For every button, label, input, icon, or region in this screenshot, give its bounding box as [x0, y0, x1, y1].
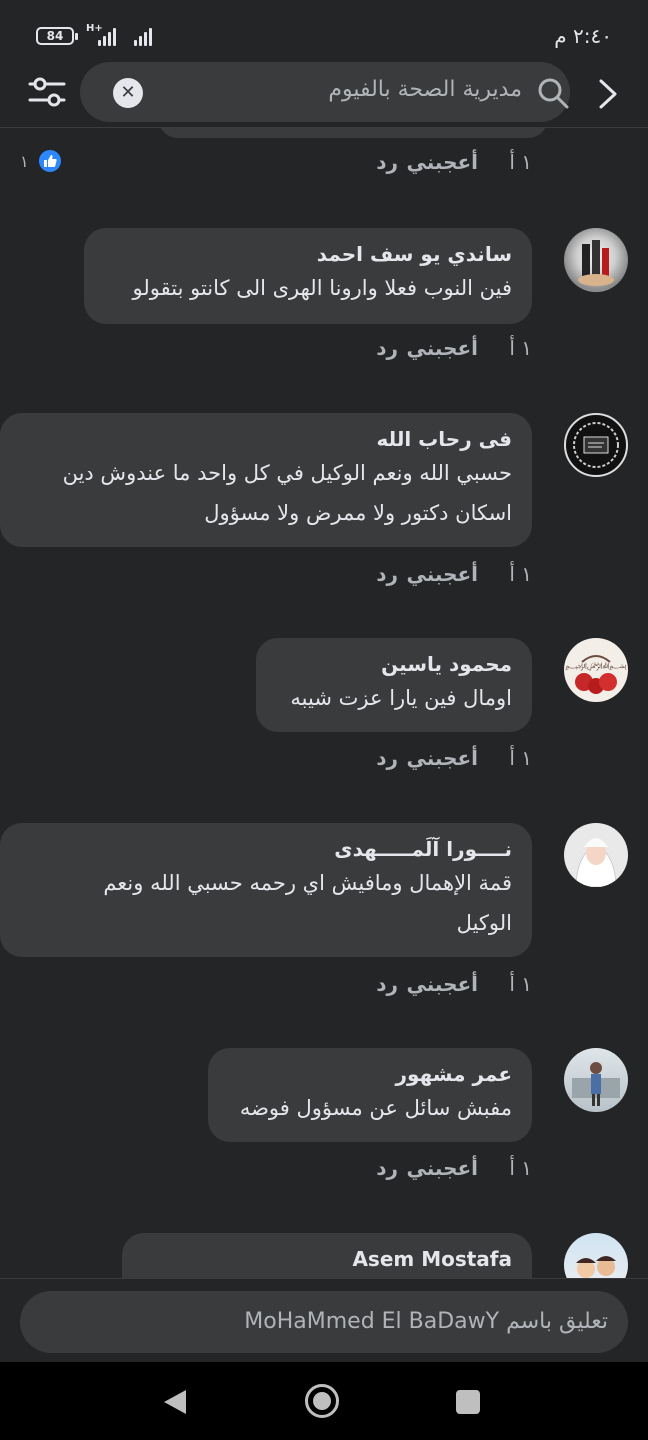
comment-text: مفبش سائل عن مسؤول فوضه: [239, 1096, 512, 1120]
avatar[interactable]: [564, 1048, 628, 1112]
close-icon[interactable]: ✕: [113, 78, 143, 108]
comments-list: ١ ١ أ أعجبني رد ساندي يو سف احمد فين الن…: [0, 128, 648, 1278]
reply-button[interactable]: رد: [376, 1156, 398, 1180]
like-button[interactable]: أعجبني: [407, 746, 479, 770]
search-icon: [538, 78, 569, 109]
comment-bubble[interactable]: ساندي يو سف احمد فين النوب فعلا وارونا ا…: [84, 228, 532, 324]
comment: نــــورا آلَمـــــهدى قمة الإهمال ومافيش…: [0, 823, 628, 963]
comment: ﷽ محمود ياسين اومال فين يارا عزت شيبه: [20, 638, 628, 738]
like-button[interactable]: أعجبني: [407, 562, 479, 586]
comment-time: ١ أ: [509, 1156, 532, 1180]
comment-author[interactable]: محمود ياسين: [276, 650, 512, 678]
comment-text: فين النوب فعلا وارونا الهرى الى كانتو بت…: [132, 276, 512, 300]
filter-icon[interactable]: [28, 74, 66, 110]
navigation-bar: [0, 1362, 648, 1440]
comment-composer: تعليق باسم MoHaMmed El BaDawY: [0, 1278, 648, 1362]
like-button[interactable]: أعجبني: [407, 1156, 479, 1180]
comment-author[interactable]: ساندي يو سف احمد: [104, 240, 512, 268]
comment-actions: ١ أ أعجبني رد: [376, 1156, 532, 1180]
comment-actions: ١ أ أعجبني رد: [376, 972, 532, 996]
comment-bubble[interactable]: عمر مشهور مفبش سائل عن مسؤول فوضه: [208, 1048, 532, 1142]
comment-bubble[interactable]: نــــورا آلَمـــــهدى قمة الإهمال ومافيش…: [0, 823, 532, 957]
avatar[interactable]: [564, 413, 628, 477]
comment-author[interactable]: Asem Mostafa: [142, 1245, 512, 1273]
search-query: مديرية الصحة بالفيوم: [328, 77, 522, 102]
comment-text-line: قمة الإهمال ومافيش اي رحمه حسبي الله ونع…: [103, 871, 512, 895]
signal-icon: [98, 26, 116, 46]
top-bar: ✕ مديرية الصحة بالفيوم: [0, 62, 648, 128]
avatar[interactable]: [564, 1233, 628, 1278]
reply-button[interactable]: رد: [376, 746, 398, 770]
comment: فى رحاب الله حسبي الله ونعم الوكيل في كل…: [0, 413, 628, 553]
like-button[interactable]: أعجبني: [407, 150, 479, 174]
comment-time: ١ أ: [509, 746, 532, 770]
status-time: ٢:٤٠ م: [554, 24, 612, 48]
comment-time: ١ أ: [509, 336, 532, 360]
comment-text-line: حسبي الله ونعم الوكيل في كل واحد ما عندو…: [62, 461, 512, 485]
comment-time: ١ أ: [509, 150, 532, 174]
comment-text-line: اسكان دكتور ولا ممرض ولا مسؤول: [204, 501, 512, 525]
thumbs-up-icon: [36, 148, 63, 174]
comment-time: ١ أ: [509, 562, 532, 586]
reply-button[interactable]: رد: [376, 150, 398, 174]
comment: Asem Mostafa: [20, 1233, 628, 1278]
like-button[interactable]: أعجبني: [407, 336, 479, 360]
comment-actions: ١ أ أعجبني رد: [376, 150, 532, 174]
reply-button[interactable]: رد: [376, 972, 398, 996]
comment-actions: ١ أ أعجبني رد: [376, 562, 532, 586]
home-icon[interactable]: [305, 1384, 339, 1418]
comment: ساندي يو سف احمد فين النوب فعلا وارونا ا…: [20, 228, 628, 368]
battery-icon: 84: [36, 27, 78, 45]
chevron-right-icon[interactable]: [596, 76, 620, 112]
comment-author[interactable]: نــــورا آلَمـــــهدى: [20, 835, 512, 863]
svg-text:﷽: ﷽: [565, 661, 627, 672]
like-button[interactable]: أعجبني: [407, 972, 479, 996]
search-input[interactable]: ✕ مديرية الصحة بالفيوم: [80, 62, 570, 122]
signal-icon: [134, 26, 152, 46]
comment-author[interactable]: فى رحاب الله: [20, 425, 512, 453]
reaction-summary[interactable]: ١: [20, 148, 63, 174]
avatar[interactable]: [564, 228, 628, 292]
comment-bubble[interactable]: Asem Mostafa: [122, 1233, 532, 1278]
recent-apps-icon[interactable]: [456, 1390, 480, 1414]
comment-author[interactable]: عمر مشهور: [228, 1060, 512, 1088]
reply-button[interactable]: رد: [376, 562, 398, 586]
comment-bubble[interactable]: فى رحاب الله حسبي الله ونعم الوكيل في كل…: [0, 413, 532, 547]
comment: عمر مشهور مفبش سائل عن مسؤول فوضه: [20, 1048, 628, 1148]
avatar[interactable]: [564, 823, 628, 887]
status-bar: 84 H+ ٢:٤٠ م: [0, 0, 648, 62]
comment-time: ١ أ: [509, 972, 532, 996]
avatar[interactable]: ﷽: [564, 638, 628, 702]
battery-level: 84: [46, 29, 64, 43]
comment-bubble[interactable]: محمود ياسين اومال فين يارا عزت شيبه: [256, 638, 532, 732]
back-icon[interactable]: [162, 1388, 188, 1416]
previous-comment-bubble: [158, 128, 548, 138]
comment-actions: ١ أ أعجبني رد: [376, 336, 532, 360]
comment-text-line: الوكيل: [456, 911, 512, 935]
comment-input[interactable]: تعليق باسم MoHaMmed El BaDawY: [20, 1291, 628, 1353]
reply-button[interactable]: رد: [376, 336, 398, 360]
comment-text: اومال فين يارا عزت شيبه: [290, 686, 512, 710]
reaction-count: ١: [20, 151, 29, 171]
comment-actions: ١ أ أعجبني رد: [376, 746, 532, 770]
